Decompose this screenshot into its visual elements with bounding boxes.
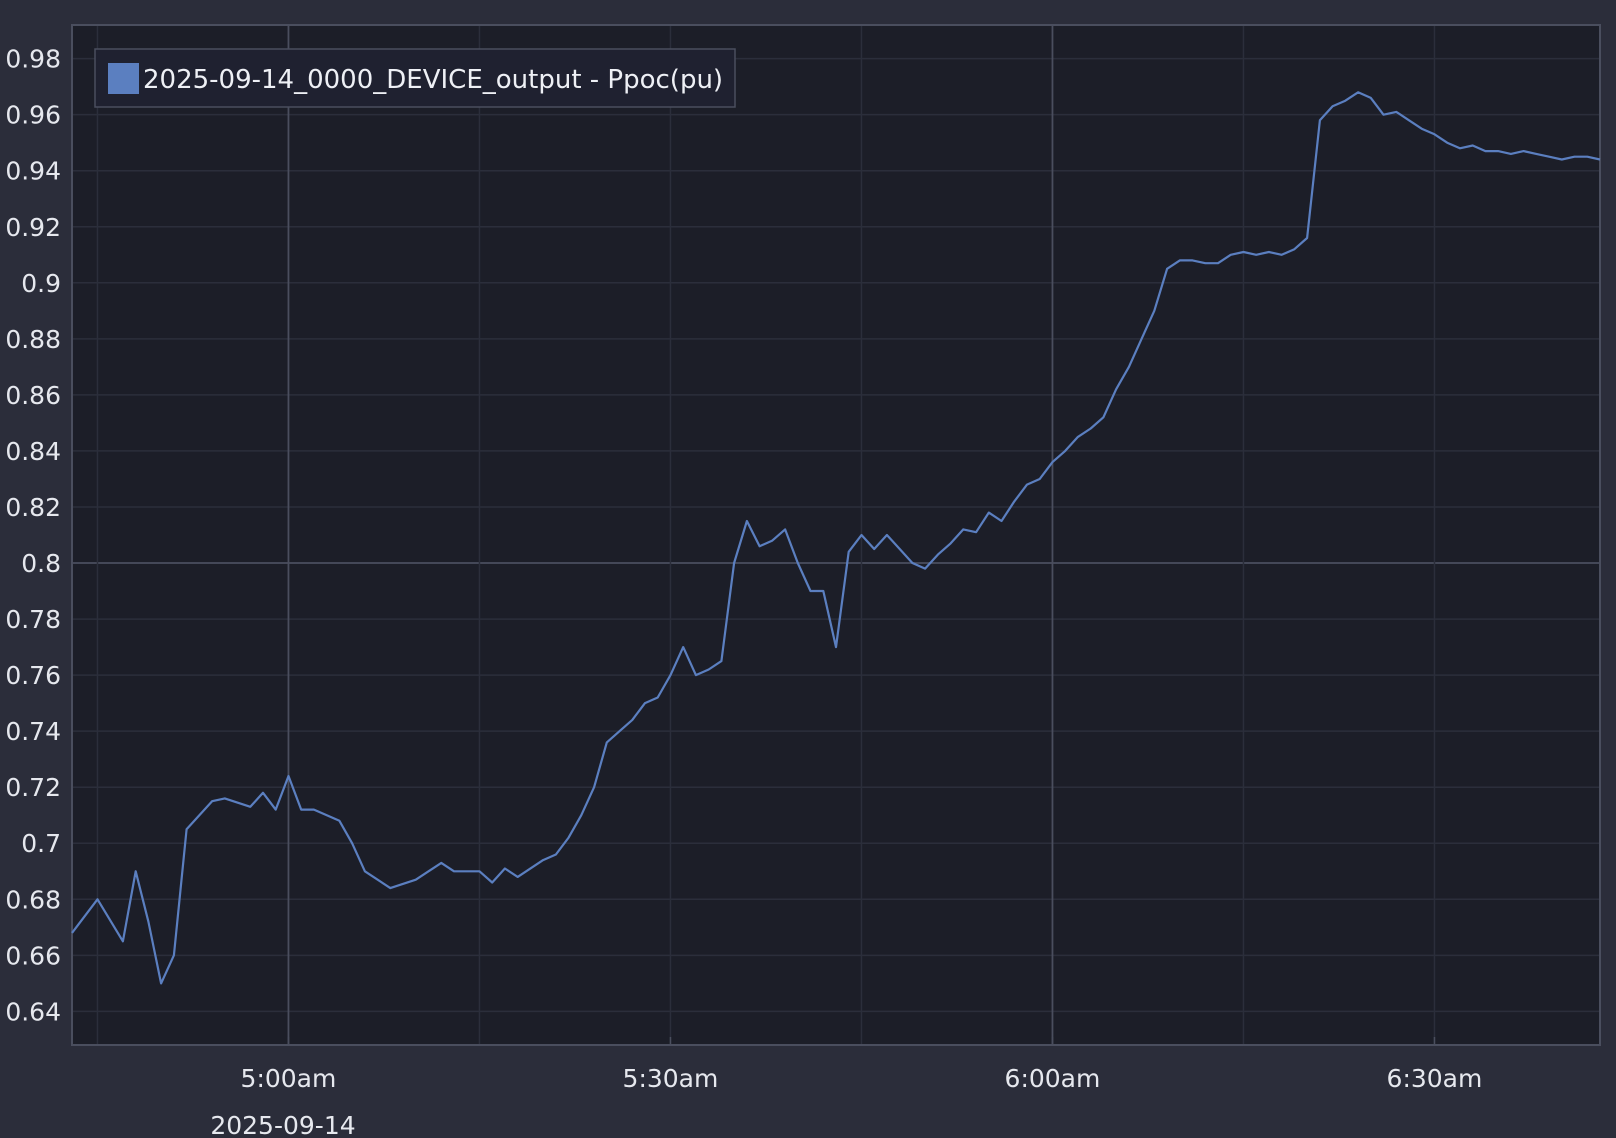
- y-tick-label: 0.7: [21, 829, 61, 858]
- legend[interactable]: 2025-09-14_0000_DEVICE_output - Ppoc(pu): [94, 48, 736, 108]
- y-tick-label: 0.82: [5, 493, 61, 522]
- y-tick-label: 0.92: [5, 213, 61, 242]
- legend-label: 2025-09-14_0000_DEVICE_output - Ppoc(pu): [143, 65, 723, 95]
- x-tick-label: 6:30am: [1387, 1064, 1483, 1093]
- line-chart: 0.64 0.66 0.68 0.7 0.72 0.74 0.76 0.78 0.8 0.82 0.…: [5, 24, 1601, 1138]
- y-tick-label: 0.72: [5, 773, 61, 802]
- y-tick-label: 0.68: [5, 885, 61, 914]
- y-tick-label: 0.78: [5, 605, 61, 634]
- x-tick-label: 6:00am: [1005, 1064, 1101, 1093]
- y-tick-label: 0.9: [21, 269, 61, 298]
- y-tick-label: 0.94: [5, 157, 61, 186]
- y-tick-label: 0.64: [5, 997, 61, 1026]
- y-tick-label: 0.76: [5, 661, 61, 690]
- y-tick-label: 0.66: [5, 941, 61, 970]
- chart-container: 0.64 0.66 0.68 0.7 0.72 0.74 0.76 0.78 0.8 0.82 0.…: [0, 0, 1616, 1138]
- y-tick-label: 0.88: [5, 325, 61, 354]
- y-tick-label: 0.86: [5, 381, 61, 410]
- x-axis-date-label: 2025-09-14: [210, 1111, 355, 1138]
- x-tick-label: 5:30am: [623, 1064, 719, 1093]
- legend-swatch: [108, 63, 139, 94]
- y-tick-label: 0.84: [5, 437, 61, 466]
- plot-area: [72, 25, 1600, 1045]
- y-tick-label: 0.8: [21, 549, 61, 578]
- x-tick-label: 5:00am: [241, 1064, 337, 1093]
- y-tick-label: 0.74: [5, 717, 61, 746]
- y-tick-label: 0.96: [5, 101, 61, 130]
- y-tick-label: 0.98: [5, 45, 61, 74]
